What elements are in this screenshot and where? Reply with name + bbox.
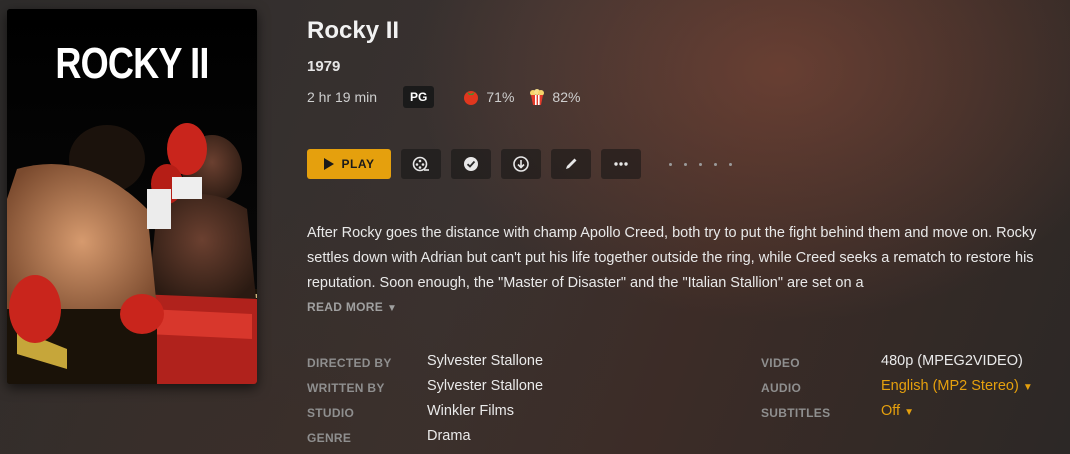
written-by-value[interactable]: Sylvester Stallone	[427, 378, 543, 394]
poster-title: ROCKY II	[55, 39, 209, 88]
audio-value: English (MP2 Stereo)	[881, 378, 1019, 394]
genre-label: GENRE	[307, 431, 352, 445]
meta-row: 2 hr 19 min PG 71% 82%	[307, 86, 594, 108]
genre-value[interactable]: Drama	[427, 428, 471, 444]
more-button[interactable]	[601, 149, 641, 179]
download-button[interactable]	[501, 149, 541, 179]
read-more-label: READ MORE	[307, 300, 384, 314]
content-rating-badge: PG	[403, 86, 435, 108]
written-by-label: WRITTEN BY	[307, 381, 385, 395]
watched-check-icon	[464, 157, 478, 171]
play-label: PLAY	[341, 157, 375, 171]
critic-score: 71%	[462, 88, 514, 106]
summary-text: After Rocky goes the distance with champ…	[307, 225, 1037, 291]
edit-pencil-icon	[566, 158, 577, 169]
studio-value[interactable]: Winkler Films	[427, 403, 514, 419]
audio-select[interactable]: English (MP2 Stereo) ▼	[881, 378, 1033, 394]
subtitles-label: SUBTITLES	[761, 406, 831, 420]
trailer-icon	[412, 156, 429, 172]
studio-label: STUDIO	[307, 406, 355, 420]
mark-watched-button[interactable]	[451, 149, 491, 179]
read-more-button[interactable]: READ MORE ▼	[307, 300, 397, 314]
movie-poster[interactable]: ROCKY II	[7, 9, 257, 384]
action-bar: PLAY	[307, 149, 744, 179]
audience-score-value: 82%	[552, 89, 581, 105]
audience-score: 82%	[528, 88, 580, 106]
download-icon	[513, 156, 529, 172]
edit-button[interactable]	[551, 149, 591, 179]
loading-dots	[669, 162, 744, 166]
popcorn-icon	[528, 88, 546, 106]
play-icon	[323, 158, 334, 170]
caret-down-icon: ▼	[1022, 382, 1033, 393]
duration: 2 hr 19 min	[307, 89, 378, 105]
trailer-button[interactable]	[401, 149, 441, 179]
movie-title: Rocky II	[307, 17, 400, 44]
audio-label: AUDIO	[761, 381, 802, 395]
directed-by-label: DIRECTED BY	[307, 356, 392, 370]
subtitles-value: Off	[881, 403, 901, 419]
subtitles-select[interactable]: Off ▼	[881, 403, 914, 419]
directed-by-value[interactable]: Sylvester Stallone	[427, 353, 543, 369]
movie-year[interactable]: 1979	[307, 58, 340, 75]
more-icon	[614, 162, 628, 166]
video-value: 480p (MPEG2VIDEO)	[881, 353, 1023, 369]
play-button[interactable]: PLAY	[307, 149, 391, 179]
caret-down-icon: ▼	[387, 303, 398, 314]
tomato-icon	[462, 88, 480, 106]
caret-down-icon: ▼	[904, 407, 914, 418]
video-label: VIDEO	[761, 356, 800, 370]
critic-score-value: 71%	[486, 89, 515, 105]
